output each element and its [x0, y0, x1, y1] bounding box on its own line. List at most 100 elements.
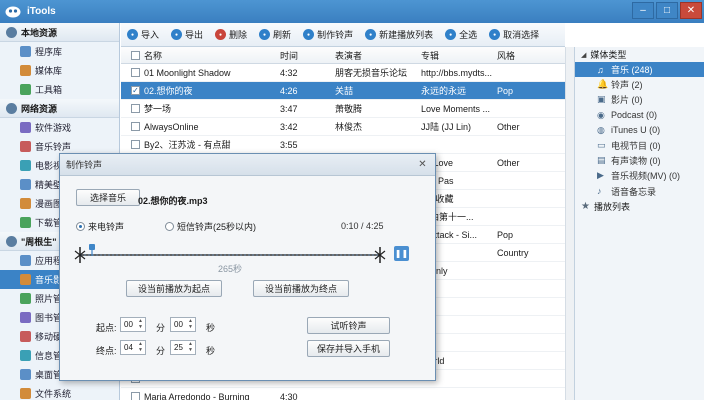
preview-ringtone-button[interactable]: 试听铃声 — [307, 317, 390, 334]
save-import-button[interactable]: 保存并导入手机 — [307, 340, 390, 357]
stepper-arrows-icon[interactable]: ▲ ▼ — [187, 341, 194, 353]
row-checkbox[interactable] — [131, 392, 140, 400]
row-checkbox[interactable] — [131, 122, 140, 131]
choose-music-button[interactable]: 选择音乐 — [76, 189, 140, 206]
media-type-item[interactable]: ♪ 语音备忘录 — [575, 184, 704, 199]
table-row[interactable]: 01 Moonlight Shadow 4:32 朋客无损音乐论坛 http://bb… — [121, 64, 565, 82]
header-checkbox-col[interactable] — [121, 50, 141, 60]
row-checkbox-cell[interactable] — [121, 68, 141, 77]
col-header-time[interactable]: 时间 — [277, 49, 332, 62]
row-checkbox-cell[interactable] — [121, 122, 141, 131]
sidebar-item-label: 媒体库 — [35, 66, 63, 76]
selection-length: 265秒 — [218, 264, 243, 274]
media-type-item[interactable]: 🔔 铃声 (2) — [575, 77, 704, 92]
incoming-radio[interactable] — [76, 222, 85, 231]
pause-button[interactable]: ❚❚ — [394, 246, 409, 261]
cell-name: 梦一场 — [144, 104, 172, 114]
toolbar-button[interactable]: ● 新建播放列表 — [365, 28, 433, 41]
start-minute-stepper[interactable]: 00 ▲ ▼ — [120, 317, 146, 332]
sms-radio-label: 短信铃声(25秒以内) — [177, 222, 257, 232]
select-all-checkbox[interactable] — [131, 50, 140, 60]
media-type-item[interactable]: ◍ iTunes U (0) — [575, 123, 704, 138]
toolbar-button-label: 取消选择 — [503, 30, 540, 40]
set-start-button[interactable]: 设当前播放为起点 — [126, 280, 222, 297]
deselect-icon: ● — [489, 29, 501, 40]
sidebar-item-icon — [20, 46, 31, 57]
pause-icon: ❚❚ — [394, 249, 409, 258]
cell-name: By2、汪苏泷 - 有点甜 — [144, 140, 231, 150]
set-end-button[interactable]: 设当前播放为终点 — [253, 280, 349, 297]
table-row[interactable]: ✓ 02.想你的夜 4:26 关喆 永远的永远 Pop — [121, 82, 565, 100]
close-icon: ✕ — [686, 5, 696, 16]
sidebar-section-label: 本地资源 — [21, 27, 58, 38]
media-type-item[interactable]: ♫ 音乐 (248) — [575, 62, 704, 78]
toolbar-button[interactable]: ● 导入 — [127, 28, 159, 41]
incoming-radio-label: 来电铃声 — [88, 222, 125, 232]
globe-icon — [6, 102, 17, 114]
stepper-arrows-icon[interactable]: ▲ ▼ — [137, 341, 144, 353]
media-types-header[interactable]: ◢ 媒体类型 — [575, 47, 704, 62]
media-type-item[interactable]: ▭ 电视节目 (0) — [575, 138, 704, 153]
sidebar-item[interactable]: 软件游戏 — [0, 118, 119, 137]
toolbar-button-label: 全选 — [459, 30, 478, 40]
sidebar-item[interactable]: 文件系统 — [0, 384, 119, 400]
cell-time: 4:26 — [280, 85, 298, 96]
cell-genre: Other — [497, 157, 520, 168]
toolbar-button[interactable]: ● 刷新 — [259, 28, 291, 41]
media-type-item[interactable]: ▣ 影片 (0) — [575, 92, 704, 107]
maximize-button[interactable]: □ — [656, 2, 678, 19]
end-minute-stepper[interactable]: 04 ▲ ▼ — [120, 340, 146, 355]
media-type-item[interactable]: ▤ 有声读物 (0) — [575, 153, 704, 168]
sidebar-item-icon — [20, 255, 31, 266]
toolbar-button-label: 删除 — [229, 30, 248, 40]
row-checkbox[interactable] — [131, 104, 140, 113]
start-second-stepper[interactable]: 00 ▲ ▼ — [170, 317, 196, 332]
row-checkbox-cell[interactable] — [121, 140, 141, 149]
incoming-ringtone-option[interactable]: 来电铃声 — [76, 220, 124, 233]
close-button[interactable]: ✕ — [680, 2, 702, 19]
col-header-genre[interactable]: 风格 — [494, 49, 565, 62]
playhead-handle[interactable] — [89, 244, 95, 256]
dialog-close-button[interactable]: ✕ — [414, 157, 431, 172]
col-header-album[interactable]: 专辑 — [418, 49, 494, 62]
stepper-arrows-icon[interactable]: ▲ ▼ — [137, 318, 144, 330]
sidebar-section-header[interactable]: 本地资源 — [0, 23, 119, 42]
table-row[interactable]: By2、汪苏泷 - 有点甜 3:55 — [121, 136, 565, 154]
table-row[interactable]: Maria Arredondo - Burning 4:30 — [121, 388, 565, 400]
sidebar-item[interactable]: 媒体库 — [0, 61, 119, 80]
sms-radio[interactable] — [165, 222, 174, 231]
toolbar-button[interactable]: ● 取消选择 — [489, 28, 539, 41]
cell-album: JJ陆 (JJ Lin) — [421, 122, 472, 132]
stepper-arrows-icon[interactable]: ▲ ▼ — [187, 318, 194, 330]
star-icon: ★ — [581, 200, 590, 212]
end-minute-unit: 分 — [156, 346, 166, 356]
col-header-artist[interactable]: 表演者 — [332, 49, 418, 62]
end-second-stepper[interactable]: 25 ▲ ▼ — [170, 340, 196, 355]
media-type-item[interactable]: ◉ Podcast (0) — [575, 108, 704, 123]
sms-ringtone-option[interactable]: 短信铃声(25秒以内) — [165, 220, 256, 233]
table-row[interactable]: 梦一场 3:47 萧敬腾 Love Moments ... — [121, 100, 565, 118]
toolbar-button[interactable]: ● 制作铃声 — [303, 28, 353, 41]
end-label: 终点: — [96, 346, 117, 356]
table-scrollbar[interactable] — [565, 47, 574, 400]
row-checkbox[interactable] — [131, 68, 140, 77]
cell-artist: 萧敬腾 — [335, 104, 363, 114]
sidebar-item[interactable]: 程序库 — [0, 42, 119, 61]
col-header-name[interactable]: 名称 — [141, 49, 277, 62]
row-checkbox[interactable]: ✓ — [131, 86, 140, 95]
playlists-header[interactable]: ★ 播放列表 — [575, 199, 704, 214]
toolbar-button[interactable]: ● 导出 — [171, 28, 203, 41]
row-checkbox[interactable] — [131, 140, 140, 149]
toolbar-button[interactable]: ● 全选 — [445, 28, 477, 41]
table-row[interactable]: AlwaysOnline 3:42 林俊杰 JJ陆 (JJ Lin) Other — [121, 118, 565, 136]
row-checkbox-cell[interactable]: ✓ — [121, 86, 141, 95]
row-checkbox-cell[interactable] — [121, 104, 141, 113]
media-type-item[interactable]: ▶ 音乐视频(MV) (0) — [575, 168, 704, 183]
cell-time: 4:30 — [280, 391, 298, 400]
minimize-button[interactable]: – — [632, 2, 654, 19]
toolbar-button[interactable]: ● 删除 — [215, 28, 247, 41]
sidebar-section-header[interactable]: 网络资源 — [0, 99, 119, 118]
row-checkbox-cell[interactable] — [121, 392, 141, 400]
cell-name: Maria Arredondo - Burning — [144, 391, 250, 400]
sidebar-item[interactable]: 工具箱 — [0, 80, 119, 99]
